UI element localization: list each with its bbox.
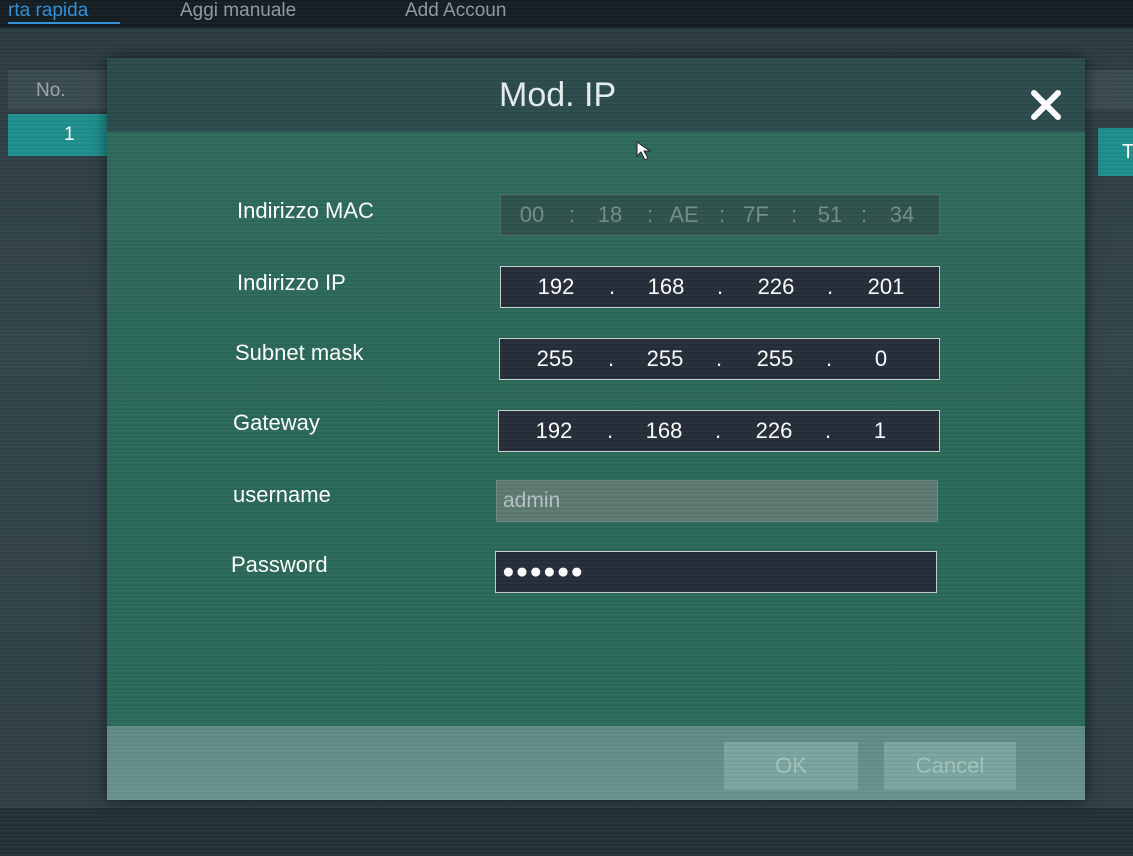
mac-part: 7F (743, 202, 769, 227)
cancel-button[interactable]: Cancel (884, 742, 1016, 790)
ip-address-label: Indirizzo IP (237, 270, 346, 295)
tab-manual-add[interactable]: Aggi manuale (180, 0, 350, 22)
username-field: admin (496, 480, 938, 522)
ip-separator: . (826, 274, 834, 299)
gateway-separator: . (824, 418, 832, 443)
mac-part: AE (669, 202, 699, 227)
gateway-octet[interactable]: 1 (849, 418, 911, 444)
ip-separator: . (608, 274, 616, 299)
ip-octet[interactable]: 201 (855, 274, 917, 300)
subnet-octet[interactable]: 255 (524, 346, 586, 372)
top-tab-bar: rta rapida Aggi manuale Add Accoun (0, 0, 1133, 28)
tab-add-account[interactable]: Add Accoun (405, 0, 565, 22)
mac-address-label: Indirizzo MAC (237, 198, 374, 223)
mac-address-field: 00 : 18 : AE : 7F : 51 : 34 (500, 194, 940, 236)
table-row-selected[interactable] (8, 114, 116, 156)
screen: rta rapida Aggi manuale Add Accoun No. 1… (0, 0, 1133, 856)
gateway-separator: . (606, 418, 614, 443)
subnet-separator: . (607, 346, 615, 371)
table-row-number: 1 (64, 124, 75, 145)
mac-part: 18 (597, 202, 623, 227)
subnet-mask-label: Subnet mask (235, 340, 364, 365)
mac-separator: : (860, 202, 868, 227)
column-header-no: No. (36, 80, 66, 101)
dialog-title: Mod. IP (499, 76, 617, 114)
gateway-label: Gateway (233, 410, 320, 435)
close-icon[interactable] (1029, 88, 1069, 128)
subnet-separator: . (715, 346, 723, 371)
background-bottom-bar (0, 808, 1133, 856)
subnet-octet[interactable]: 255 (744, 346, 806, 372)
subnet-mask-field[interactable]: 255 . 255 . 255 . 0 (499, 338, 940, 380)
mod-ip-dialog: Mod. IP Indirizzo MAC 00 : 18 : AE : 7F … (107, 58, 1085, 800)
dialog-header: Mod. IP (107, 58, 1085, 132)
subnet-octet[interactable]: 0 (850, 346, 912, 372)
mouse-cursor-icon (635, 140, 655, 167)
ip-separator: . (716, 274, 724, 299)
dialog-footer: OK Cancel (107, 726, 1085, 800)
password-label: Password (231, 552, 328, 577)
right-side-tab[interactable]: T (1098, 128, 1133, 176)
mac-part: 34 (889, 202, 915, 227)
username-label: username (233, 482, 331, 507)
gateway-octet[interactable]: 226 (743, 418, 805, 444)
mac-part: 00 (519, 202, 545, 227)
subnet-octet[interactable]: 255 (634, 346, 696, 372)
tab-quick-add[interactable]: rta rapida (8, 0, 120, 24)
ip-octet[interactable]: 192 (525, 274, 587, 300)
subnet-separator: . (825, 346, 833, 371)
mac-separator: : (568, 202, 576, 227)
ip-address-field[interactable]: 192 . 168 . 226 . 201 (500, 266, 940, 308)
ip-octet[interactable]: 168 (635, 274, 697, 300)
ok-button[interactable]: OK (724, 742, 858, 790)
password-field[interactable]: ●●●●●● (495, 551, 937, 593)
ip-octet[interactable]: 226 (745, 274, 807, 300)
gateway-separator: . (714, 418, 722, 443)
gateway-octet[interactable]: 168 (633, 418, 695, 444)
gateway-field[interactable]: 192 . 168 . 226 . 1 (498, 410, 940, 452)
gateway-octet[interactable]: 192 (523, 418, 585, 444)
mac-part: 51 (817, 202, 843, 227)
